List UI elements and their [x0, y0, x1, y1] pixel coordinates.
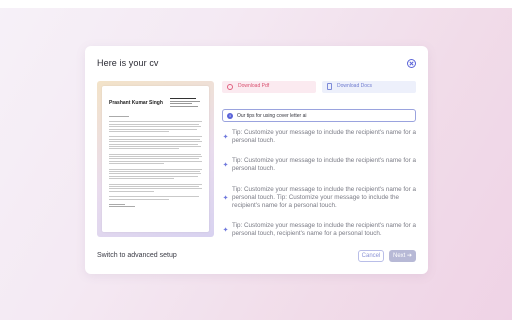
pdf-circle-icon: [227, 84, 233, 90]
tip-text: Tip: Customize your message to include t…: [232, 129, 417, 144]
download-docs-button[interactable]: Download Docs: [322, 81, 416, 93]
cv-body-text: [109, 116, 202, 209]
dialog-title: Here is your cv: [97, 58, 159, 68]
sparkle-icon: ✦: [222, 195, 229, 202]
advanced-setup-link[interactable]: Switch to advanced setup: [97, 252, 177, 259]
download-pdf-label: Download Pdf: [238, 83, 270, 89]
close-icon[interactable]: [407, 59, 416, 68]
sparkle-icon: ✦: [222, 227, 229, 234]
cv-result-dialog: Here is your cv Prashant Kumar Singh Dow…: [85, 46, 428, 274]
info-icon: i: [227, 113, 233, 119]
tip-text: Tip: Customize your message to include t…: [232, 186, 417, 209]
cv-name: Prashant Kumar Singh: [109, 100, 163, 106]
cancel-button[interactable]: Cancel: [358, 250, 384, 262]
tip-text: Tip: Customize your message to include t…: [232, 222, 417, 237]
download-docs-label: Download Docs: [337, 83, 373, 89]
sparkle-icon: ✦: [222, 162, 229, 169]
cv-header-details: [170, 98, 202, 108]
tip-text: Tip: Customize your message to include t…: [232, 157, 417, 172]
tips-header: i Our tips for using cover letter ai: [222, 109, 416, 122]
cv-preview-page[interactable]: Prashant Kumar Singh: [102, 86, 209, 232]
cv-preview-frame: Prashant Kumar Singh: [97, 81, 214, 237]
sparkle-icon: ✦: [222, 134, 229, 141]
download-pdf-button[interactable]: Download Pdf: [222, 81, 316, 93]
next-button[interactable]: Next ➔: [389, 250, 416, 262]
document-icon: [327, 83, 332, 90]
top-bar: [0, 0, 512, 8]
tips-header-label: Our tips for using cover letter ai: [237, 112, 307, 119]
